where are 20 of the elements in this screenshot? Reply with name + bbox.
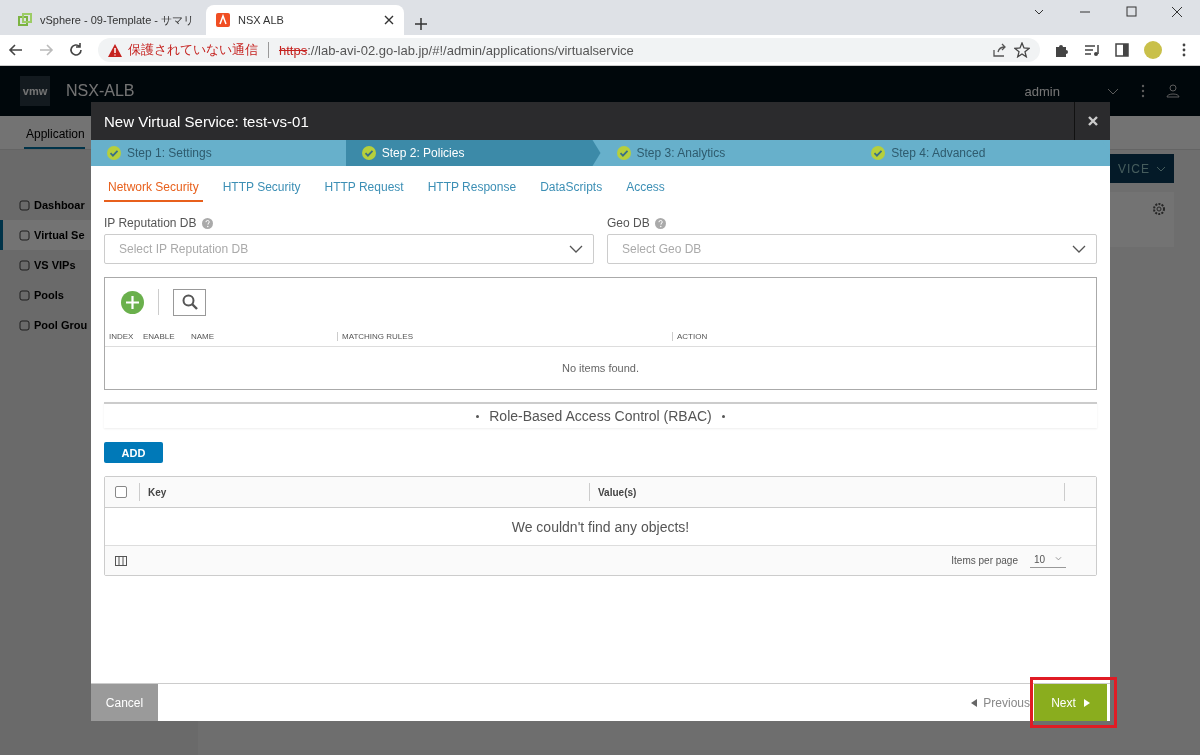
product-name: NSX-ALB [66,82,135,100]
column-header: NAME [190,331,216,341]
empty-message: No items found. [561,362,639,374]
dialog-title: New Virtual Service: test-vs-01 [103,111,310,132]
tab-title: NSX ALB [238,14,285,26]
column-header: ACTION [672,331,1096,341]
section-heading: Role-Based Access Control (RBAC) [489,408,712,424]
url-text: https://lab-avi-02.go-lab.jp/#!/admin/applications/virtualservice [279,42,634,58]
column-header: Value(s) [589,483,1064,501]
column-header: INDEX [108,331,135,341]
field-label: IP Reputation DB [104,216,197,230]
column-header: Key [139,483,589,501]
items-per-page-label: Items per page [951,555,1018,566]
column-header: ENABLE [142,331,176,341]
empty-message: We couldn't find any objects! [511,518,690,535]
security-warning: 保護されていない通信 [128,41,258,59]
column-header: MATCHING RULES [337,331,672,341]
tab-title: vSphere - 09-Template - サマリ [40,12,195,28]
field-label: Geo DB [607,216,650,230]
logo: vmw [20,76,50,106]
